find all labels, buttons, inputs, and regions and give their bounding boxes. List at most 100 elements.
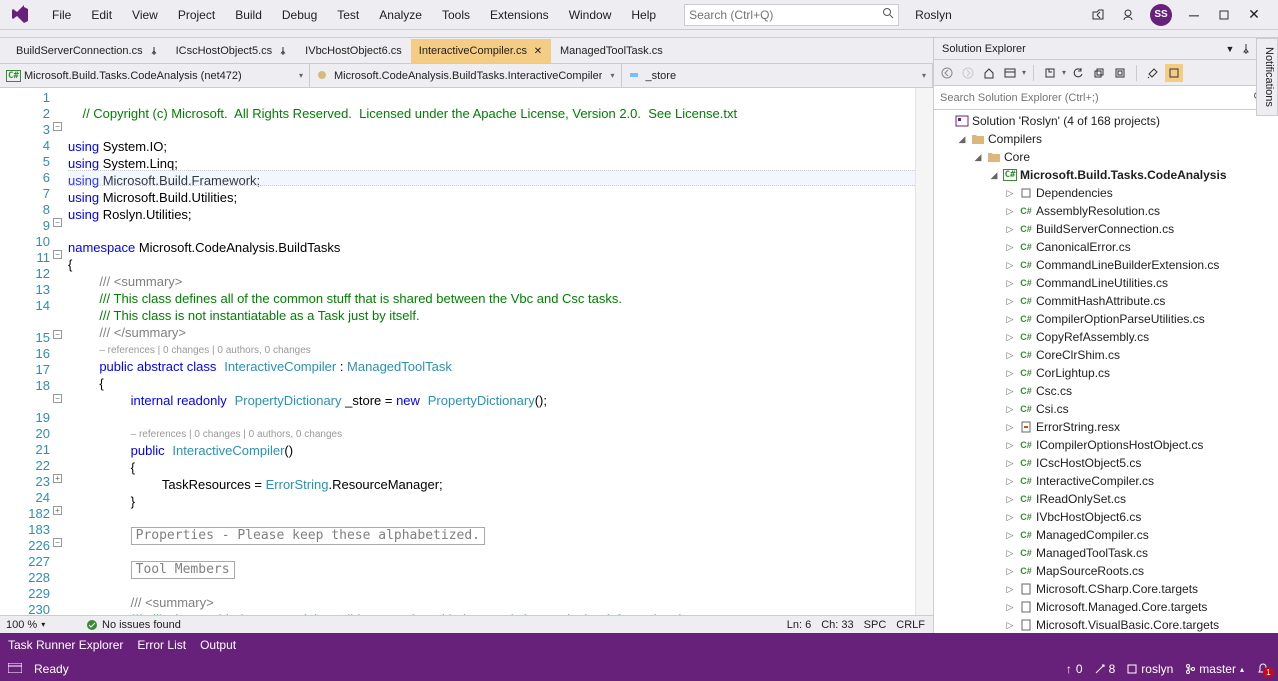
chevron-down-icon[interactable]: ▾ (1022, 68, 1026, 77)
pin-icon[interactable] (278, 46, 288, 56)
expand-toggle[interactable]: ▷ (1004, 260, 1016, 271)
error-indicator[interactable]: No issues found (78, 619, 189, 631)
expand-toggle[interactable]: ▷ (1004, 242, 1016, 253)
quick-search-input[interactable] (689, 8, 882, 22)
live-share-icon[interactable] (1090, 7, 1106, 23)
chevron-down-icon[interactable]: ▾ (1062, 68, 1066, 77)
vertical-scrollbar[interactable] (915, 88, 933, 615)
fold-toggle[interactable]: + (53, 474, 62, 483)
source-control-repo[interactable]: roslyn (1127, 662, 1173, 676)
expand-toggle[interactable]: ▷ (1004, 350, 1016, 361)
menu-project[interactable]: Project (168, 3, 225, 27)
expand-toggle[interactable]: ▷ (1004, 620, 1016, 631)
quick-search[interactable] (684, 4, 899, 26)
expand-toggle[interactable]: ▷ (1004, 296, 1016, 307)
expand-toggle[interactable]: ▷ (1004, 548, 1016, 559)
tree-item[interactable]: ▷C#CompilerOptionParseUtilities.cs (934, 310, 1278, 328)
tree-item[interactable]: ▷C#IVbcHostObject6.cs (934, 508, 1278, 526)
bottom-tab-output[interactable]: Output (200, 638, 236, 652)
expand-toggle[interactable]: ▷ (1004, 512, 1016, 523)
expand-toggle[interactable]: ▷ (1004, 440, 1016, 451)
codelens[interactable]: – references | 0 changes | 0 authors, 0 … (99, 345, 310, 356)
close-button[interactable]: ✕ (1246, 7, 1262, 23)
document-tab[interactable]: IVbcHostObject6.cs (297, 39, 410, 63)
solution-explorer-search[interactable]: ▾ (934, 86, 1278, 110)
switch-view-icon[interactable] (1001, 64, 1019, 82)
close-icon[interactable]: ✕ (533, 46, 543, 56)
tree-item[interactable]: ◢Compilers (934, 130, 1278, 148)
expand-toggle[interactable]: ▷ (1004, 494, 1016, 505)
menu-file[interactable]: File (42, 3, 81, 27)
fold-toggle[interactable]: − (53, 538, 62, 547)
user-avatar[interactable]: SS (1150, 4, 1172, 26)
document-tab[interactable]: ICscHostObject5.cs (168, 39, 297, 63)
expand-toggle[interactable]: ▷ (1004, 566, 1016, 577)
pin-icon[interactable] (149, 46, 159, 56)
solution-explorer-search-input[interactable] (940, 92, 1253, 104)
menu-analyze[interactable]: Analyze (369, 3, 432, 27)
document-tab[interactable]: InteractiveCompiler.cs✕ (411, 39, 551, 63)
tree-item[interactable]: ▷C#CommitHashAttribute.cs (934, 292, 1278, 310)
source-control-up[interactable]: ↑ 0 (1066, 662, 1083, 676)
tree-item[interactable]: ▷C#CoreClrShim.cs (934, 346, 1278, 364)
expand-toggle[interactable]: ▷ (1004, 278, 1016, 289)
tree-item[interactable]: ▷Dependencies (934, 184, 1278, 202)
source-control-branch[interactable]: master ▴ (1185, 662, 1244, 676)
fold-toggle[interactable]: − (53, 330, 62, 339)
forward-icon[interactable] (959, 64, 977, 82)
menu-view[interactable]: View (122, 3, 168, 27)
notification-bell[interactable]: 1 (1256, 662, 1270, 676)
expand-toggle[interactable]: ▷ (1004, 386, 1016, 397)
notifications-tab[interactable]: Notifications (1256, 38, 1278, 116)
tree-item[interactable]: ▷C#MapSourceRoots.cs (934, 562, 1278, 580)
menu-edit[interactable]: Edit (81, 3, 122, 27)
tree-item[interactable]: ▷C#CopyRefAssembly.cs (934, 328, 1278, 346)
zoom-combo[interactable]: 100 % ▾ (0, 619, 70, 631)
menu-tools[interactable]: Tools (432, 3, 480, 27)
bottom-tab-error-list[interactable]: Error List (137, 638, 186, 652)
maximize-button[interactable] (1216, 7, 1232, 23)
tree-item[interactable]: Solution 'Roslyn' (4 of 168 projects) (934, 112, 1278, 130)
tree-item[interactable]: ▷C#CanonicalError.cs (934, 238, 1278, 256)
solution-tree[interactable]: Solution 'Roslyn' (4 of 168 projects)◢Co… (934, 110, 1278, 633)
expand-toggle[interactable]: ▷ (1004, 602, 1016, 613)
bottom-tab-task-runner-explorer[interactable]: Task Runner Explorer (8, 638, 123, 652)
tree-item[interactable]: ▷C#AssemblyResolution.cs (934, 202, 1278, 220)
tree-item[interactable]: ▷C#ICompilerOptionsHostObject.cs (934, 436, 1278, 454)
minimize-button[interactable]: ─ (1186, 7, 1202, 23)
source-control-changes[interactable]: 8 (1095, 662, 1116, 676)
menu-extensions[interactable]: Extensions (480, 3, 559, 27)
fold-toggle[interactable]: − (53, 218, 62, 227)
nav-type-combo[interactable]: Microsoft.CodeAnalysis.BuildTasks.Intera… (310, 64, 622, 87)
expand-toggle[interactable]: ▷ (1004, 314, 1016, 325)
expand-toggle[interactable]: ▷ (1004, 404, 1016, 415)
chevron-down-icon[interactable]: ▼ (1222, 41, 1238, 57)
nav-member-combo[interactable]: _store ▾ (622, 64, 934, 87)
expand-toggle[interactable]: ▷ (1004, 368, 1016, 379)
tree-item[interactable]: ▷C#ManagedCompiler.cs (934, 526, 1278, 544)
expand-toggle[interactable]: ▷ (1004, 584, 1016, 595)
tree-item[interactable]: ▷C#BuildServerConnection.cs (934, 220, 1278, 238)
document-tab[interactable]: ManagedToolTask.cs (552, 39, 671, 63)
document-tab[interactable]: BuildServerConnection.cs (8, 39, 167, 63)
tree-item[interactable]: ▷C#InteractiveCompiler.cs (934, 472, 1278, 490)
code-content[interactable]: // Copyright (c) Microsoft. All Rights R… (68, 88, 915, 615)
tree-item[interactable]: ◢Core (934, 148, 1278, 166)
expand-toggle[interactable]: ◢ (956, 134, 968, 145)
tree-item[interactable]: ▷C#Csi.cs (934, 400, 1278, 418)
tree-item[interactable]: ▷C#IReadOnlySet.cs (934, 490, 1278, 508)
tree-item[interactable]: ▷Microsoft.Managed.Core.targets (934, 598, 1278, 616)
fold-toggle[interactable]: − (53, 394, 62, 403)
tree-item[interactable]: ▷C#ICscHostObject5.cs (934, 454, 1278, 472)
code-editor[interactable]: 1234567891011121314151617181920212223241… (0, 88, 933, 615)
tree-item[interactable]: ▷Microsoft.VisualBasic.Core.targets (934, 616, 1278, 633)
sync-icon[interactable] (1041, 64, 1059, 82)
tree-item[interactable]: ▷C#ManagedToolTask.cs (934, 544, 1278, 562)
preview-icon[interactable] (1165, 64, 1183, 82)
expand-toggle[interactable]: ▷ (1004, 476, 1016, 487)
expand-toggle[interactable]: ◢ (988, 170, 1000, 181)
collapse-all-icon[interactable] (1090, 64, 1108, 82)
tree-item[interactable]: ▷ErrorString.resx (934, 418, 1278, 436)
fold-toggle[interactable]: + (53, 506, 62, 515)
back-icon[interactable] (938, 64, 956, 82)
